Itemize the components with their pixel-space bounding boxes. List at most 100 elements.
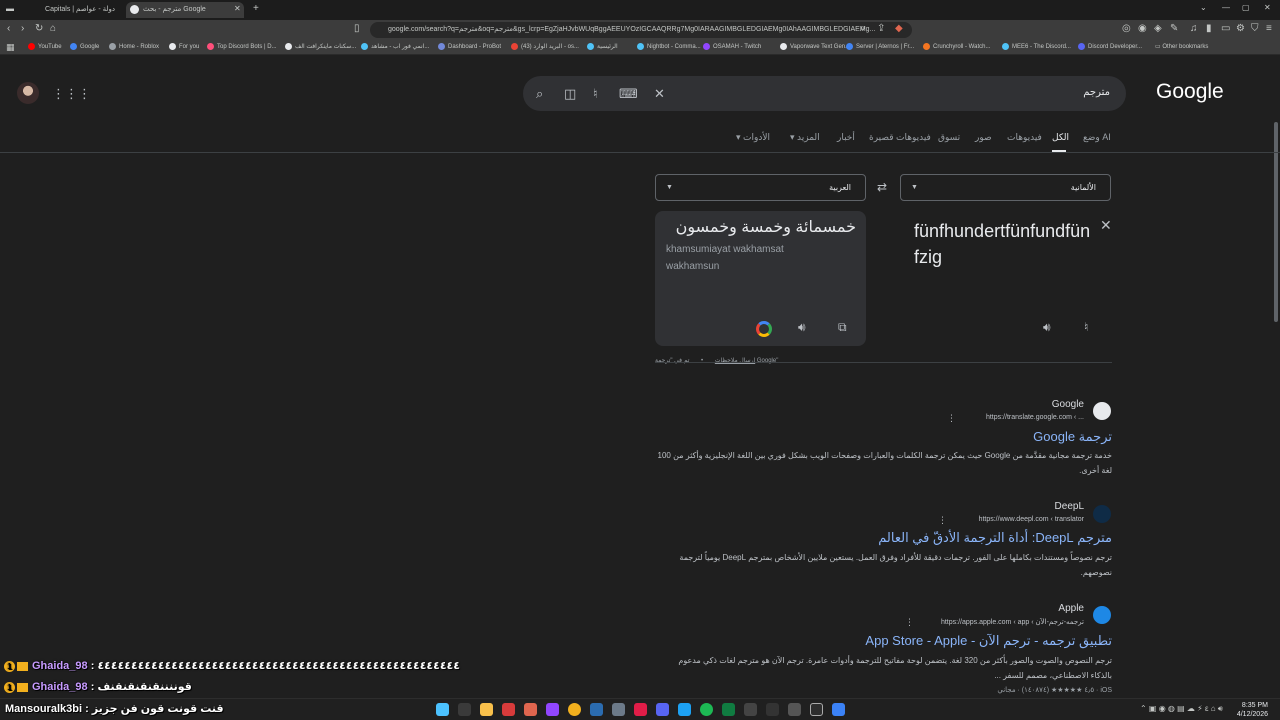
taskbar-app-icon[interactable]	[832, 703, 845, 716]
taskbar-app-icon[interactable]	[634, 703, 647, 716]
result-1-title[interactable]: ترجمة Google	[1033, 429, 1112, 445]
result-1-site[interactable]: Google	[1052, 399, 1084, 410]
home-icon[interactable]: ⌂	[50, 23, 56, 34]
scrollbar[interactable]	[1272, 56, 1280, 688]
bookmark-item[interactable]: Home - Roblox	[109, 42, 159, 53]
tab-all[interactable]: الكل	[1052, 132, 1069, 143]
new-tab-icon[interactable]: +	[253, 3, 259, 14]
result-1-url[interactable]: https://translate.google.com ‹ ...	[986, 414, 1084, 421]
steam-icon[interactable]	[590, 703, 603, 716]
system-tray[interactable]: ⌃ ▣ ◉ ◍ ▤ ☁ ⚡ ε ⌂ 🔊︎	[1140, 704, 1223, 714]
brave-icon[interactable]	[524, 703, 537, 716]
tab-search-icon[interactable]: ▬	[6, 4, 14, 13]
address-bar[interactable]: google.com/search?q=مترجم&oq=مترجم&gs_lc…	[370, 22, 912, 38]
start-icon[interactable]	[436, 703, 449, 716]
forward-icon[interactable]: ›	[21, 23, 24, 34]
file-explorer-icon[interactable]	[480, 703, 493, 716]
tab-capitals[interactable]: Capitals | دولة - عواصم	[28, 2, 123, 18]
sidebar-icon[interactable]: ▮	[1206, 23, 1212, 34]
result-3-url[interactable]: https://apps.apple.com ‹ app ‹ ترجمه-ترج…	[941, 618, 1084, 626]
result-3-title[interactable]: تطبيق ترجمه - ترجم الآن - App Store - Ap…	[865, 633, 1112, 649]
taskbar-app-icon[interactable]	[810, 703, 823, 716]
clear-input-icon[interactable]: ✕	[1100, 217, 1112, 234]
google-translate-icon[interactable]	[756, 321, 772, 337]
bookmark-item[interactable]: MEE6 - The Discord...	[1002, 42, 1071, 53]
listen-output-icon[interactable]: 🔊︎	[798, 320, 806, 335]
minimize-icon[interactable]: ⌄	[1200, 3, 1207, 12]
taskbar-app-icon[interactable]	[678, 703, 691, 716]
reload-icon[interactable]: ↻	[35, 23, 43, 34]
taskbar-app-icon[interactable]	[788, 703, 801, 716]
tab-videos[interactable]: فيديوهات	[1007, 132, 1042, 143]
tab-more[interactable]: ▾ المزيد	[790, 132, 820, 143]
microphone-icon[interactable]: ♮	[593, 86, 598, 102]
tab-ai-mode[interactable]: وضع AI	[1083, 132, 1111, 143]
result-1-more-icon[interactable]: ⋮	[947, 413, 956, 424]
microphone-icon[interactable]: ♮	[1084, 320, 1088, 334]
media-icon[interactable]: ♫	[1190, 23, 1198, 34]
extension-3-icon[interactable]: ◈	[1154, 23, 1162, 34]
taskbar-app-icon[interactable]	[502, 703, 515, 716]
result-2-url[interactable]: https://www.deepl.com ‹ translator	[979, 516, 1084, 523]
google-logo[interactable]: Google	[1156, 80, 1224, 104]
taskbar-app-icon[interactable]	[546, 703, 559, 716]
tab-active[interactable]: مترجم - بحث Google	[126, 2, 244, 18]
bookmark-item[interactable]: الرئيسية	[587, 42, 618, 53]
clock[interactable]: 8:35 PM 4/12/2026	[1237, 701, 1268, 719]
keyboard-icon[interactable]: ⌨	[619, 86, 638, 102]
bookmark-item[interactable]: OSAMAH - Twitch	[703, 42, 761, 53]
discord-icon[interactable]	[656, 703, 669, 716]
spotify-icon[interactable]	[700, 703, 713, 716]
taskbar-app-icon[interactable]	[568, 703, 581, 716]
copy-icon[interactable]: ⧉	[838, 320, 847, 335]
share-icon[interactable]: ⇪	[877, 23, 885, 34]
result-2-title[interactable]: مترجم DeepL: أداة الترجمة الأدقّ في العا…	[878, 530, 1112, 546]
search-input[interactable]: مترجم	[1083, 87, 1110, 98]
google-apps-icon[interactable]: ⋮⋮⋮	[52, 86, 91, 102]
back-icon[interactable]: ‹	[7, 23, 10, 34]
result-2-more-icon[interactable]: ⋮	[938, 515, 947, 526]
bookmark-item[interactable]: انمي فور اب - مشاهد...	[361, 42, 429, 53]
tab-news[interactable]: أخبار	[837, 132, 855, 143]
window-min-icon[interactable]: —	[1222, 3, 1230, 12]
source-language-select[interactable]: ▼ الألمانية	[900, 174, 1111, 201]
menu-icon[interactable]: ≡	[1266, 23, 1272, 34]
maximize-icon[interactable]: ▢	[1242, 3, 1250, 12]
window-close-icon[interactable]: ✕	[1264, 3, 1271, 12]
other-bookmarks[interactable]: ▭ Other bookmarks	[1155, 42, 1208, 53]
bookmark-item[interactable]: (43) البريد الوارد - os...	[511, 42, 579, 53]
avatar[interactable]	[17, 82, 39, 104]
tab-short-videos[interactable]: فيديوهات قصيرة	[869, 132, 931, 143]
taskbar-app-icon[interactable]	[766, 703, 779, 716]
brave-shield-icon[interactable]: ◆	[895, 23, 903, 34]
tab-tools[interactable]: ▾ الأدوات	[736, 132, 770, 143]
bookmark-item[interactable]: Nightbot - Comma...	[637, 42, 701, 53]
extension-2-icon[interactable]: ◉	[1138, 23, 1147, 34]
listen-input-icon[interactable]: 🔊︎	[1043, 320, 1051, 335]
tab-images[interactable]: صور	[975, 132, 992, 143]
tab-shopping[interactable]: تسوق	[938, 132, 960, 143]
swap-languages-icon[interactable]: ⇄	[877, 180, 887, 194]
bookmark-item[interactable]: YouTube	[28, 42, 62, 53]
bookmark-item[interactable]: سكنات ماينكرافت الف...	[285, 42, 356, 53]
taskbar-app-icon[interactable]	[612, 703, 625, 716]
close-tab-icon[interactable]: ✕	[234, 4, 241, 13]
bookmark-item[interactable]: Vaporwave Text Gen...	[780, 42, 850, 53]
clear-search-icon[interactable]: ✕	[654, 86, 665, 102]
apps-grid-icon[interactable]: ▦	[6, 42, 15, 53]
shield-icon[interactable]: ⛉	[1251, 23, 1259, 34]
send-feedback-link[interactable]: إرسال ملاحظات	[715, 358, 755, 364]
target-language-select[interactable]: ▼ العربية	[655, 174, 866, 201]
excel-icon[interactable]	[722, 703, 735, 716]
result-3-more-icon[interactable]: ⋮	[905, 617, 914, 628]
taskbar-search-icon[interactable]	[458, 703, 471, 716]
taskbar-app-icon[interactable]	[744, 703, 757, 716]
bookmark-item[interactable]: For you	[169, 42, 199, 53]
bookmark-item[interactable]: Discord Developer...	[1078, 42, 1142, 53]
extension-icon[interactable]: ◎	[1122, 23, 1131, 34]
search-icon[interactable]: ⌕	[536, 86, 543, 102]
result-2-site[interactable]: DeepL	[1055, 501, 1084, 512]
bookmark-item[interactable]: Crunchyroll - Watch...	[923, 42, 990, 53]
search-box[interactable]: ⌕ ◫ ♮ ⌨ ✕ مترجم	[523, 76, 1126, 111]
bookmark-item[interactable]: Server | Aternos | Fr...	[846, 42, 914, 53]
